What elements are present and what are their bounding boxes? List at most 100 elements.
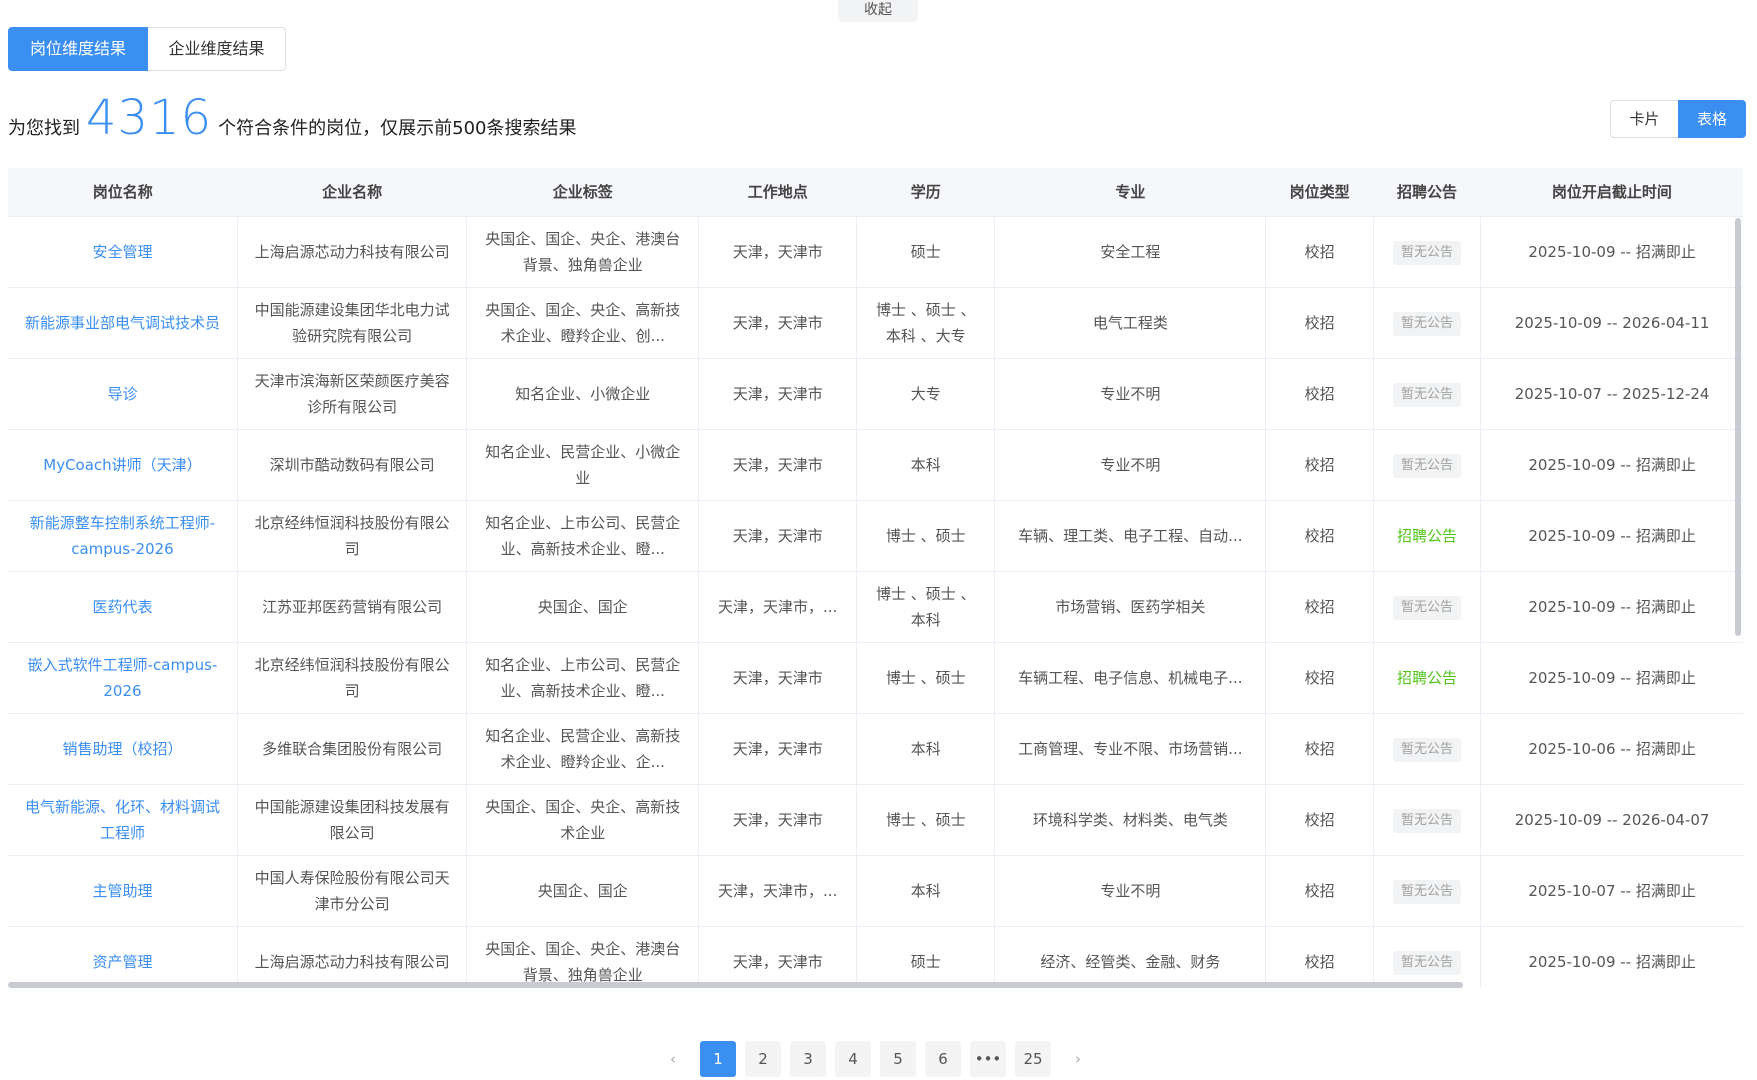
notice-badge: 暂无公告 [1393, 241, 1462, 265]
company-tags: 央国企、国企、央企、港澳台背景、独角兽企业 [466, 216, 700, 288]
job-type: 校招 [1265, 571, 1374, 643]
chevron-right-icon[interactable]: › [1060, 1041, 1096, 1077]
col-company-name-header: 企业名称 [237, 168, 467, 217]
company-name: 中国人寿保险股份有限公司天津市分公司 [237, 855, 468, 927]
table-row: 嵌入式软件工程师-campus-2026 北京经纬恒润科技股份有限公司 知名企业、上… [8, 642, 1743, 714]
education: 本科 [856, 713, 996, 785]
pagination: ‹ 1 2 3 4 5 6 ••• 25 › [655, 1041, 1096, 1077]
job-name-link[interactable]: MyCoach讲师（天津） [8, 429, 238, 501]
time-range: 2025-10-07 -- 2025-12-24 [1480, 358, 1743, 430]
page-button-1[interactable]: 1 [700, 1041, 736, 1077]
location: 天津，天津市 [698, 642, 858, 714]
table-view-button[interactable]: 表格 [1678, 100, 1746, 138]
result-summary: 为您找到 4316 个符合条件的岗位，仅展示前500条搜索结果 [8, 90, 577, 150]
education: 博士 、硕士 [856, 784, 996, 856]
notice: 暂无公告 [1373, 358, 1482, 430]
table-row: 新能源事业部电气调试技术员 中国能源建设集团华北电力试验研究院有限公司 央国企、国企… [8, 287, 1743, 359]
table-header-row: 岗位名称 企业名称 企业标签 工作地点 学历 专业 岗位类型 招聘公告 岗位开启截止时间 [8, 168, 1743, 217]
notice-link[interactable]: 招聘公告 [1397, 524, 1457, 548]
job-name-link[interactable]: 电气新能源、化环、材料调试工程师 [8, 784, 238, 856]
job-name-link[interactable]: 新能源整车控制系统工程师-campus-2026 [8, 500, 238, 572]
page-button-3[interactable]: 3 [790, 1041, 826, 1077]
page-button-25[interactable]: 25 [1015, 1041, 1051, 1077]
notice: 暂无公告 [1373, 216, 1482, 288]
job-name-link[interactable]: 销售助理（校招） [8, 713, 238, 785]
company-name: 深圳市酷动数码有限公司 [237, 429, 468, 501]
location: 天津，天津市，... [698, 855, 858, 927]
horizontal-scrollbar[interactable] [8, 982, 1463, 988]
vertical-scrollbar[interactable] [1735, 218, 1741, 636]
job-name-link[interactable]: 医药代表 [8, 571, 238, 643]
major: 电气工程类 [994, 287, 1267, 359]
col-job-type-header: 岗位类型 [1265, 168, 1374, 217]
company-tags: 知名企业、上市公司、民营企业、高新技术企业、瞪... [466, 642, 700, 714]
company-tags: 央国企、国企、央企、高新技术企业 [466, 784, 700, 856]
notice-badge: 暂无公告 [1393, 454, 1462, 478]
tab-company-results[interactable]: 企业维度结果 [148, 27, 286, 71]
notice: 暂无公告 [1373, 926, 1482, 988]
job-type: 校招 [1265, 642, 1374, 714]
col-notice-header: 招聘公告 [1373, 168, 1481, 217]
company-name: 中国能源建设集团华北电力试验研究院有限公司 [237, 287, 468, 359]
time-range: 2025-10-06 -- 招满即止 [1480, 713, 1743, 785]
page-button-5[interactable]: 5 [880, 1041, 916, 1077]
notice: 暂无公告 [1373, 287, 1482, 359]
location: 天津，天津市 [698, 429, 858, 501]
table-row: 安全管理 上海启源芯动力科技有限公司 央国企、国企、央企、港澳台背景、独角兽企业 天津… [8, 216, 1743, 288]
education: 博士 、硕士 、本科 、大专 [856, 287, 996, 359]
collapse-button[interactable]: 收起 [838, 0, 918, 22]
company-name: 江苏亚邦医药营销有限公司 [237, 571, 468, 643]
page-button-2[interactable]: 2 [745, 1041, 781, 1077]
table-row: 新能源整车控制系统工程师-campus-2026 北京经纬恒润科技股份有限公司 知名… [8, 500, 1743, 572]
page-button-4[interactable]: 4 [835, 1041, 871, 1077]
job-name-link[interactable]: 主管助理 [8, 855, 238, 927]
time-range: 2025-10-09 -- 招满即止 [1480, 571, 1743, 643]
major: 专业不明 [994, 429, 1267, 501]
education: 本科 [856, 855, 996, 927]
col-job-name-header: 岗位名称 [8, 168, 238, 217]
time-range: 2025-10-07 -- 招满即止 [1480, 855, 1743, 927]
company-tags: 央国企、国企、央企、高新技术企业、瞪羚企业、创... [466, 287, 700, 359]
tab-job-results[interactable]: 岗位维度结果 [8, 27, 148, 71]
location: 天津，天津市 [698, 713, 858, 785]
job-name-link[interactable]: 资产管理 [8, 926, 238, 988]
notice: 暂无公告 [1373, 713, 1482, 785]
location: 天津，天津市 [698, 500, 858, 572]
company-tags: 央国企、国企、央企、港澳台背景、独角兽企业 [466, 926, 700, 988]
result-tabs: 岗位维度结果 企业维度结果 [8, 27, 286, 71]
notice: 招聘公告 [1373, 500, 1482, 572]
education: 博士 、硕士 、本科 [856, 571, 996, 643]
notice: 暂无公告 [1373, 855, 1482, 927]
major: 工商管理、专业不限、市场营销... [994, 713, 1267, 785]
notice-link[interactable]: 招聘公告 [1397, 666, 1457, 690]
education: 博士 、硕士 [856, 642, 996, 714]
page-ellipsis[interactable]: ••• [970, 1041, 1006, 1077]
time-range: 2025-10-09 -- 2026-04-11 [1480, 287, 1743, 359]
time-range: 2025-10-09 -- 招满即止 [1480, 642, 1743, 714]
company-tags: 知名企业、小微企业 [466, 358, 700, 430]
card-view-button[interactable]: 卡片 [1610, 100, 1678, 138]
job-name-link[interactable]: 导诊 [8, 358, 238, 430]
job-name-link[interactable]: 新能源事业部电气调试技术员 [8, 287, 238, 359]
summary-prefix: 为您找到 [8, 118, 80, 139]
job-type: 校招 [1265, 358, 1374, 430]
notice-badge: 暂无公告 [1393, 809, 1462, 833]
col-education-header: 学历 [856, 168, 995, 217]
notice-badge: 暂无公告 [1393, 383, 1462, 407]
company-name: 北京经纬恒润科技股份有限公司 [237, 642, 468, 714]
notice-badge: 暂无公告 [1393, 596, 1462, 620]
location: 天津，天津市，... [698, 571, 858, 643]
notice-badge: 暂无公告 [1393, 312, 1462, 336]
time-range: 2025-10-09 -- 招满即止 [1480, 500, 1743, 572]
table-row: 主管助理 中国人寿保险股份有限公司天津市分公司 央国企、国企 天津，天津市，... 本科… [8, 855, 1743, 927]
job-name-link[interactable]: 安全管理 [8, 216, 238, 288]
location: 天津，天津市 [698, 926, 858, 988]
chevron-left-icon[interactable]: ‹ [655, 1041, 691, 1077]
job-type: 校招 [1265, 287, 1374, 359]
job-name-link[interactable]: 嵌入式软件工程师-campus-2026 [8, 642, 238, 714]
job-type: 校招 [1265, 926, 1374, 988]
major: 专业不明 [994, 855, 1267, 927]
col-company-tags-header: 企业标签 [466, 168, 699, 217]
page-button-6[interactable]: 6 [925, 1041, 961, 1077]
major: 环境科学类、材料类、电气类 [994, 784, 1267, 856]
